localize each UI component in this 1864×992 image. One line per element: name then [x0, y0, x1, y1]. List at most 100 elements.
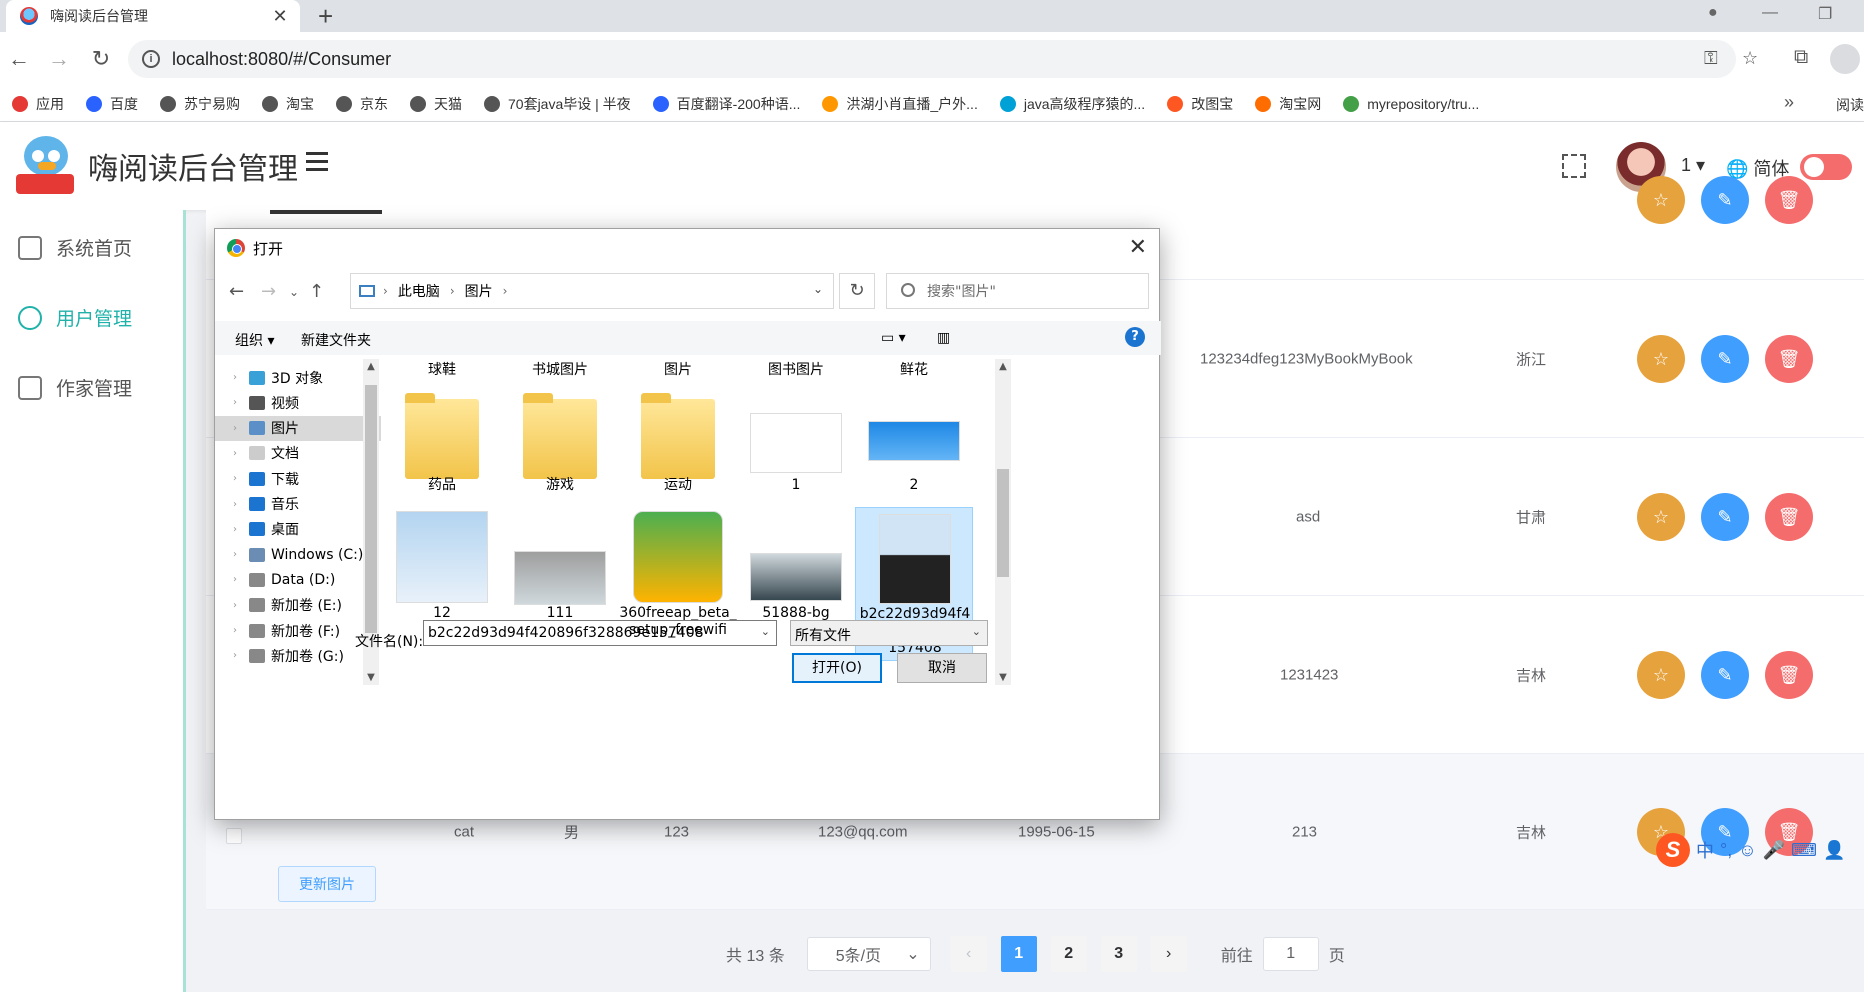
scrollbar-thumb[interactable]: [997, 469, 1009, 577]
file-item-label[interactable]: 图书图片: [737, 359, 855, 379]
bookmark-item[interactable]: 百度: [86, 94, 138, 114]
tree-item[interactable]: › 视频: [215, 390, 381, 415]
bookmark-item[interactable]: 淘宝网: [1255, 94, 1321, 114]
address-bar[interactable]: i localhost:8080/#/Consumer ⚿ ☆: [128, 40, 1758, 78]
tree-item[interactable]: › 图片: [215, 415, 381, 441]
filename-input[interactable]: b2c22d93d94f420896f328869e157408 ⌄: [423, 620, 777, 646]
minimize-icon[interactable]: —: [1762, 4, 1778, 22]
scroll-down-icon[interactable]: ▼: [363, 672, 379, 683]
expand-icon[interactable]: ›: [233, 473, 249, 484]
search-input[interactable]: 搜索"图片": [886, 273, 1149, 309]
expand-icon[interactable]: ›: [233, 574, 249, 585]
favorite-button[interactable]: ☆: [1637, 650, 1685, 699]
browser-tab[interactable]: 嗨阅读后台管理 ✕: [6, 0, 300, 32]
ime-punctuation[interactable]: °,: [1720, 840, 1732, 861]
file-scrollbar[interactable]: ▲ ▼: [995, 359, 1011, 685]
page-button-1[interactable]: 1: [1000, 936, 1037, 972]
key-icon[interactable]: ⚿: [1704, 48, 1718, 69]
microphone-icon[interactable]: 🎤: [1763, 840, 1785, 861]
extensions-icon[interactable]: ⧉: [1794, 46, 1808, 69]
file-item[interactable]: 药品: [383, 385, 501, 503]
site-info-icon[interactable]: i: [142, 50, 160, 68]
delete-button[interactable]: 🗑: [1765, 650, 1813, 699]
edit-button[interactable]: ✎: [1701, 176, 1749, 224]
chevron-down-icon[interactable]: ⌄: [813, 282, 823, 296]
expand-icon[interactable]: ›: [233, 524, 249, 535]
forward-icon[interactable]: →: [44, 44, 74, 74]
sidebar-item-home[interactable]: 系统首页: [18, 234, 132, 261]
dialog-close-icon[interactable]: ✕: [1129, 235, 1147, 260]
update-image-button[interactable]: 更新图片: [278, 866, 376, 902]
tree-item[interactable]: › 下载: [215, 466, 381, 491]
restore-icon[interactable]: ❐: [1818, 4, 1832, 24]
tree-item[interactable]: › Windows (C:): [215, 542, 381, 567]
file-item[interactable]: 运动: [619, 385, 737, 503]
file-item-label[interactable]: 图片: [619, 359, 737, 379]
favorite-button[interactable]: ☆: [1637, 334, 1685, 383]
filetype-select[interactable]: 所有文件 ⌄: [790, 620, 988, 646]
help-icon[interactable]: ?: [1125, 327, 1145, 347]
back-icon[interactable]: ←: [4, 44, 34, 74]
bookmark-item[interactable]: 京东: [336, 94, 388, 114]
tab-close-icon[interactable]: ✕: [270, 6, 290, 27]
keyboard-icon[interactable]: ⌨: [1791, 840, 1817, 861]
browser-profile-icon[interactable]: [1830, 44, 1860, 74]
bookmark-item[interactable]: 百度翻译-200种语...: [652, 94, 800, 114]
page-button-2[interactable]: 2: [1050, 936, 1087, 972]
expand-icon[interactable]: ›: [233, 423, 249, 434]
tree-item[interactable]: › 新加卷 (E:): [215, 593, 381, 618]
bookmark-item[interactable]: 淘宝: [262, 94, 314, 114]
new-tab-icon[interactable]: +: [318, 2, 333, 30]
bookmark-item[interactable]: 苏宁易购: [160, 94, 240, 114]
chevron-down-icon[interactable]: ⌄: [761, 625, 770, 638]
file-item-label[interactable]: 鲜花: [855, 359, 973, 379]
tree-item[interactable]: › 桌面: [215, 517, 381, 542]
row-checkbox[interactable]: [226, 828, 242, 844]
sogou-logo-icon[interactable]: S: [1656, 833, 1690, 867]
bookmark-item[interactable]: myrepository/tru...: [1343, 95, 1479, 112]
ime-user-icon[interactable]: 👤: [1823, 840, 1845, 861]
edit-button[interactable]: ✎: [1701, 492, 1749, 541]
cancel-button[interactable]: 取消: [897, 653, 987, 683]
reading-list-button[interactable]: 阅读: [1836, 95, 1864, 115]
fullscreen-icon[interactable]: [1562, 154, 1586, 178]
expand-icon[interactable]: ›: [233, 372, 249, 383]
breadcrumb-item[interactable]: 此电脑: [398, 281, 440, 301]
tree-item[interactable]: › Data (D:): [215, 567, 381, 592]
profile-menu-icon[interactable]: ●: [1708, 4, 1718, 22]
file-item[interactable]: 游戏: [501, 385, 619, 503]
user-menu[interactable]: 1 ▾: [1681, 155, 1705, 176]
preview-pane-icon[interactable]: ▥: [937, 330, 950, 346]
path-breadcrumb[interactable]: › 此电脑 › 图片 › ⌄: [350, 273, 834, 309]
ime-mode[interactable]: 中: [1696, 837, 1714, 863]
expand-icon[interactable]: ›: [233, 650, 249, 661]
sidebar-item-writers[interactable]: 作家管理: [18, 374, 132, 401]
forward-icon[interactable]: →: [261, 281, 276, 302]
scroll-down-icon[interactable]: ▼: [995, 672, 1011, 683]
bookmark-item[interactable]: 70套java毕设 | 半夜: [484, 94, 631, 114]
page-size-select[interactable]: 5条/页 ⌄: [806, 937, 931, 971]
tree-item[interactable]: › 3D 对象: [215, 365, 381, 390]
tree-item[interactable]: › 文档: [215, 441, 381, 466]
open-button[interactable]: 打开(O): [792, 653, 882, 683]
menu-toggle-icon[interactable]: [306, 152, 328, 174]
bookmark-item[interactable]: 改图宝: [1167, 94, 1233, 114]
bookmark-item[interactable]: java高级程序猿的...: [999, 94, 1145, 114]
breadcrumb-item[interactable]: 图片: [465, 281, 493, 301]
file-item[interactable]: 2: [855, 385, 973, 503]
scroll-up-icon[interactable]: ▲: [995, 361, 1011, 372]
delete-button[interactable]: 🗑: [1765, 176, 1813, 224]
theme-toggle[interactable]: [1800, 154, 1852, 180]
bookmark-star-icon[interactable]: ☆: [1742, 48, 1758, 69]
expand-icon[interactable]: ›: [233, 549, 249, 560]
scrollbar-thumb[interactable]: [365, 385, 377, 633]
back-icon[interactable]: ←: [229, 281, 244, 302]
bookmark-item[interactable]: 天猫: [410, 94, 462, 114]
file-item-label[interactable]: 书城图片: [501, 359, 619, 379]
expand-icon[interactable]: ›: [233, 397, 249, 408]
file-item-label[interactable]: 球鞋: [383, 359, 501, 379]
next-page-button[interactable]: ›: [1150, 936, 1187, 972]
file-item[interactable]: 1: [737, 385, 855, 503]
organize-menu[interactable]: 组织 ▾: [235, 330, 274, 350]
favorite-button[interactable]: ☆: [1637, 176, 1685, 224]
